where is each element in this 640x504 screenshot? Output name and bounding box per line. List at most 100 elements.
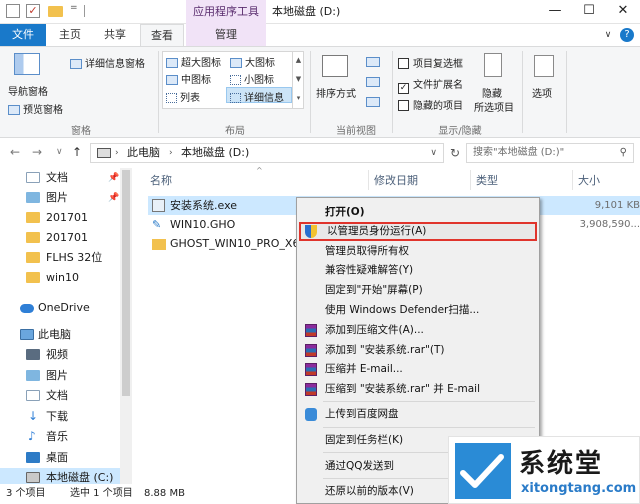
folder-icon <box>26 252 40 263</box>
hide-selected-button-line2[interactable]: 所选项目 <box>474 99 514 114</box>
breadcrumb-this-pc[interactable]: 此电脑 <box>127 144 160 162</box>
close-button[interactable]: ✕ <box>606 0 640 24</box>
computer-icon <box>20 329 34 340</box>
help-icon[interactable]: ? <box>620 28 634 42</box>
sort-by-icon[interactable] <box>322 55 348 77</box>
nav-item-onedrive[interactable]: OneDrive <box>0 298 120 318</box>
recent-locations-button[interactable]: ∨ <box>56 147 63 157</box>
menu-item-compress-rar-email[interactable]: 压缩到 "安装系统.rar" 并 E-mail <box>299 380 537 399</box>
layout-small[interactable]: 小图标 <box>230 71 274 86</box>
tab-share[interactable]: 共享 <box>94 24 136 46</box>
menu-item-open[interactable]: 打开(O) <box>299 203 537 222</box>
quick-access-customize-icon[interactable]: = <box>70 3 80 17</box>
preview-pane-button[interactable]: 预览窗格 <box>8 101 63 116</box>
document-icon <box>26 172 40 183</box>
layout-scroll[interactable]: ▲ ▼ ▾ <box>292 51 304 109</box>
hide-selected-icon[interactable] <box>484 53 502 77</box>
back-button[interactable]: ← <box>10 145 20 159</box>
winrar-icon <box>305 324 317 337</box>
layout-medium[interactable]: 中图标 <box>166 71 211 86</box>
nav-item-pictures[interactable]: 图片 📌 <box>0 188 120 208</box>
options-button[interactable]: 选项 <box>532 85 552 100</box>
item-checkboxes-toggle[interactable]: 项目复选框 <box>398 55 463 70</box>
up-button[interactable]: ↑ <box>72 145 82 159</box>
nav-pane-icon[interactable] <box>14 53 40 78</box>
nav-item-folder[interactable]: 201701 <box>0 228 120 248</box>
medium-icons-icon <box>166 75 178 85</box>
menu-item-take-ownership[interactable]: 管理员取得所有权 <box>299 242 537 261</box>
layout-list[interactable]: 列表 <box>166 89 200 104</box>
nav-item-folder[interactable]: win10 <box>0 268 120 288</box>
menu-item-baidu-upload[interactable]: 上传到百度网盘 <box>299 405 537 424</box>
nav-item-documents[interactable]: 文档 <box>0 386 120 406</box>
baidu-cloud-icon <box>305 408 317 421</box>
size-columns-icon[interactable] <box>366 97 380 107</box>
file-extensions-toggle[interactable]: ✓ 文件扩展名 <box>398 76 463 94</box>
details-pane-button[interactable]: 详细信息窗格 <box>70 55 145 70</box>
layout-large[interactable]: 大图标 <box>230 54 275 69</box>
file-size: 9,101 KB <box>594 200 640 211</box>
menu-item-pin-start[interactable]: 固定到"开始"屏幕(P) <box>299 281 537 300</box>
breadcrumb-drive-d[interactable]: 本地磁盘 (D:) <box>181 144 249 162</box>
column-header-date[interactable]: 修改日期 <box>374 172 418 188</box>
divider <box>84 5 85 17</box>
refresh-icon[interactable]: ↻ <box>450 146 460 160</box>
nav-pane-button[interactable]: 导航窗格 <box>8 83 48 98</box>
tab-manage[interactable]: 管理 <box>186 24 266 46</box>
chevron-down-icon[interactable]: ∨ <box>430 144 437 162</box>
nav-item-music[interactable]: ♪ 音乐 <box>0 427 120 447</box>
hidden-items-toggle[interactable]: 隐藏的项目 <box>398 97 463 112</box>
checkmark-icon[interactable]: ✓ <box>26 4 40 18</box>
options-icon[interactable] <box>534 55 554 77</box>
uac-shield-icon <box>305 225 317 238</box>
menu-item-compress-email[interactable]: 压缩并 E-mail... <box>299 360 537 379</box>
divider <box>522 51 523 133</box>
column-header-size[interactable]: 大小 <box>578 172 600 188</box>
nav-item-this-pc[interactable]: 此电脑 <box>0 325 120 345</box>
checkbox-unchecked-icon <box>398 100 409 111</box>
tab-file[interactable]: 文件 <box>0 24 46 46</box>
tab-view[interactable]: 查看 <box>140 24 184 46</box>
menu-item-defender-scan[interactable]: 使用 Windows Defender扫描... <box>299 301 537 320</box>
nav-item-pictures[interactable]: 图片 <box>0 366 120 386</box>
properties-icon[interactable] <box>6 4 20 18</box>
desktop-icon <box>26 452 40 463</box>
pin-icon[interactable]: 📌 <box>108 168 119 188</box>
nav-item-downloads[interactable]: ↓ 下载 <box>0 407 120 427</box>
menu-item-run-as-admin[interactable]: 以管理员身份运行(A) <box>299 222 537 241</box>
menu-item-add-rar[interactable]: 添加到 "安装系统.rar"(T) <box>299 341 537 360</box>
divider <box>323 401 535 402</box>
group-by-icon[interactable] <box>366 57 380 67</box>
column-header-name[interactable]: 名称 <box>150 172 172 188</box>
selection-size: 8.88 MB <box>144 488 185 499</box>
nav-item-videos[interactable]: 视频 <box>0 345 120 365</box>
watermark-title: 系统堂 <box>519 449 604 479</box>
nav-item-folder[interactable]: FLHS 32位 <box>0 248 120 268</box>
pictures-icon <box>26 192 40 203</box>
layout-details[interactable]: 详细信息 <box>230 89 284 104</box>
add-columns-icon[interactable] <box>366 77 380 87</box>
document-icon <box>26 390 40 401</box>
pin-icon[interactable]: 📌 <box>108 188 119 208</box>
search-input[interactable]: 搜索"本地磁盘 (D:)" ⚲ <box>466 143 634 163</box>
sort-by-button[interactable]: 排序方式 <box>316 85 356 100</box>
tab-home[interactable]: 主页 <box>50 24 90 46</box>
column-header-type[interactable]: 类型 <box>476 172 498 188</box>
minimize-button[interactable]: — <box>538 0 572 24</box>
new-folder-icon[interactable] <box>48 6 63 17</box>
nav-item-documents[interactable]: 文档 📌 <box>0 168 120 188</box>
menu-item-add-archive[interactable]: 添加到压缩文件(A)... <box>299 321 537 340</box>
ribbon-expand-icon[interactable]: ∨ <box>600 24 616 46</box>
layout-extra-large[interactable]: 超大图标 <box>166 54 221 69</box>
nav-item-desktop[interactable]: 桌面 <box>0 448 120 468</box>
nav-item-folder[interactable]: 201701 <box>0 208 120 228</box>
forward-button[interactable]: → <box>32 145 42 159</box>
nav-scrollbar-thumb[interactable] <box>122 170 130 396</box>
cloud-icon <box>20 304 34 313</box>
menu-item-compatibility[interactable]: 兼容性疑难解答(Y) <box>299 261 537 280</box>
winrar-icon <box>305 383 317 396</box>
maximize-button[interactable]: ☐ <box>572 0 606 24</box>
address-bar[interactable]: › 此电脑 › 本地磁盘 (D:) ∨ <box>90 143 444 163</box>
download-icon: ↓ <box>28 409 39 423</box>
hide-selected-button[interactable]: 隐藏 <box>482 85 502 100</box>
